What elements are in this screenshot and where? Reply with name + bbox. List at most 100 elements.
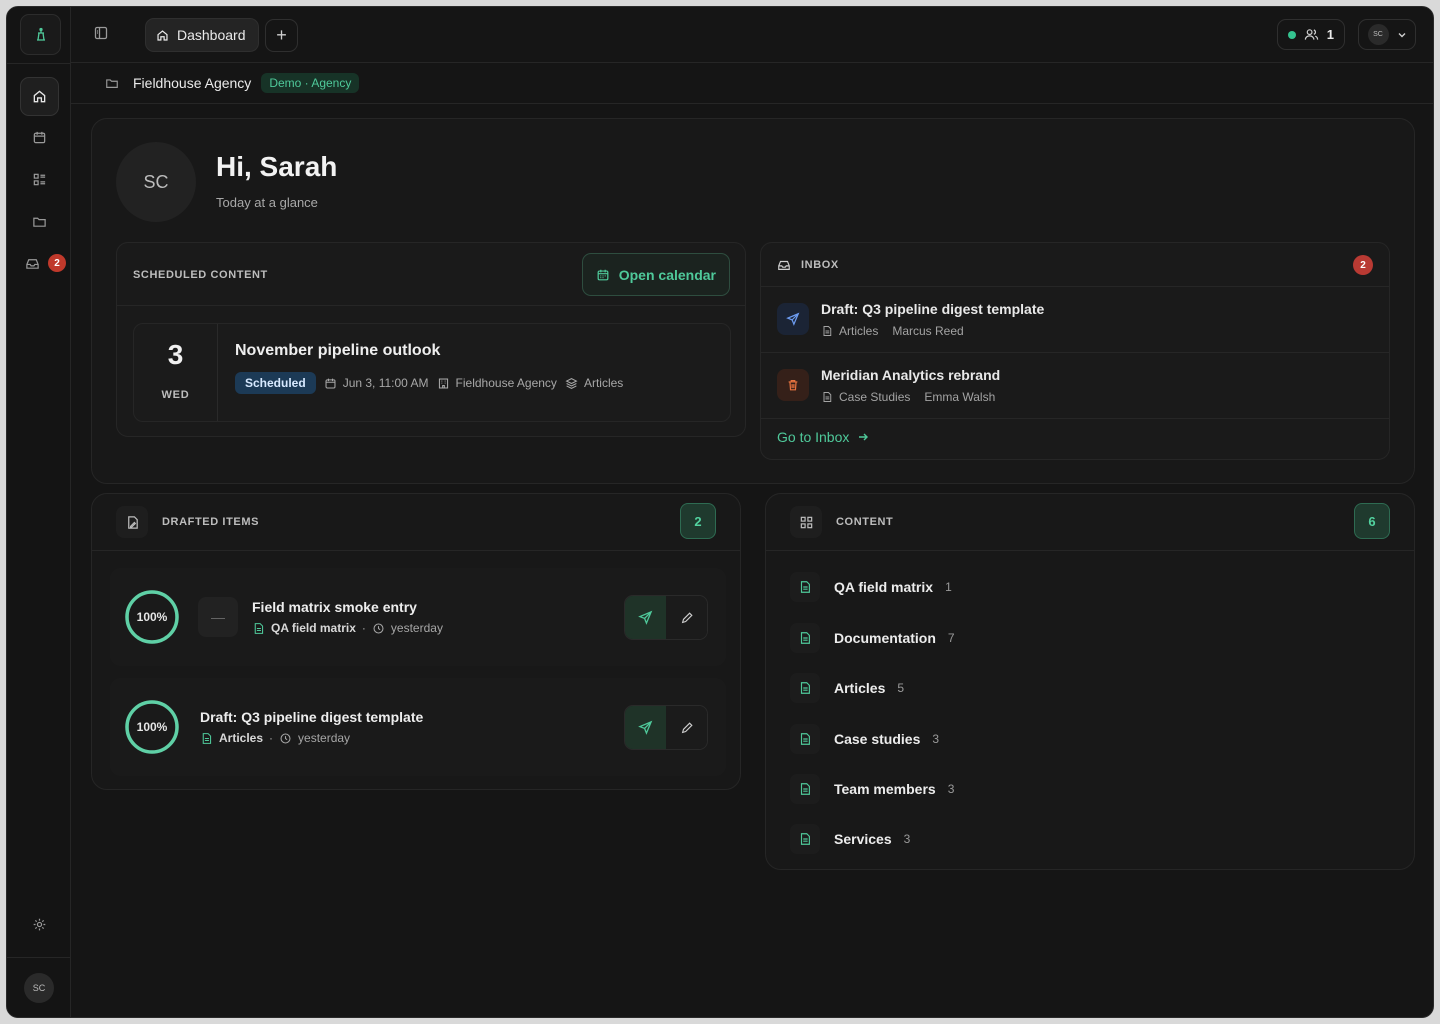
tab-label: Dashboard <box>177 27 246 43</box>
rail-settings-button[interactable] <box>20 905 59 944</box>
inbox-item[interactable]: Draft: Q3 pipeline digest template Artic… <box>761 287 1389 353</box>
rail-calendar-button[interactable] <box>20 118 59 157</box>
go-to-inbox-label: Go to Inbox <box>777 429 850 445</box>
draft-title: Draft: Q3 pipeline digest template <box>200 709 424 725</box>
card-header: DRAFTED ITEMS 2 <box>92 494 740 551</box>
collection-item[interactable]: Case studies 3 <box>790 722 939 756</box>
home-icon <box>33 90 46 103</box>
draft-item[interactable]: 100% — Field matrix smoke entry QA field… <box>110 568 726 666</box>
calendar-icon <box>325 378 336 388</box>
collection-item[interactable]: Team members 3 <box>790 772 954 806</box>
collection-label: Team members <box>834 781 936 797</box>
user-avatar[interactable]: SC <box>24 973 54 1003</box>
event-title: November pipeline outlook <box>235 342 441 359</box>
rail-folders-button[interactable] <box>20 202 59 241</box>
open-calendar-label: Open calendar <box>618 266 716 283</box>
layers-icon <box>565 377 578 389</box>
top-bar: Dashboard + 1 SC <box>71 7 1433 63</box>
users-icon <box>1304 29 1318 40</box>
plus-icon: + <box>276 25 287 45</box>
rail-collections-button[interactable] <box>20 160 59 199</box>
separator-dot: · <box>361 621 366 635</box>
publish-button[interactable] <box>625 596 666 639</box>
draft-actions <box>624 705 708 750</box>
page-title: Hi, Sarah <box>216 151 338 182</box>
collection-label: Documentation <box>834 630 936 646</box>
presence-indicator[interactable]: 1 <box>1276 19 1345 50</box>
sidebar-toggle-icon <box>94 26 108 40</box>
status-badge: Scheduled <box>235 372 316 394</box>
inbox-panel: INBOX 2 Draft: Q3 pipeline digest templa… <box>760 242 1390 460</box>
collection-item[interactable]: Services 3 <box>790 822 910 856</box>
event-datetime: Jun 3, 11:00 AM <box>324 376 429 390</box>
document-icon <box>823 326 832 336</box>
draft-meta: QA field matrix · yesterday <box>252 621 443 635</box>
breadcrumb: Fieldhouse Agency Demo · Agency <box>71 63 1433 104</box>
document-icon <box>823 392 832 402</box>
event-collection-text: Articles <box>583 376 624 390</box>
inbox-item-author: Marcus Reed <box>892 324 964 338</box>
workspace-title[interactable]: Fieldhouse Agency <box>133 75 251 91</box>
event-collection: Articles <box>565 376 623 390</box>
document-icon <box>790 572 820 602</box>
online-dot <box>1287 30 1296 39</box>
collection-item[interactable]: Documentation 7 <box>790 621 955 655</box>
document-icon <box>790 724 820 754</box>
card-header: CONTENT 6 <box>766 494 1414 551</box>
draft-actions <box>624 595 708 640</box>
rail-divider <box>7 63 71 64</box>
page-subtitle: Today at a glance <box>216 195 318 210</box>
content-count-badge: 6 <box>1354 503 1390 539</box>
list-grid-icon <box>33 173 46 186</box>
pencil-icon <box>681 611 693 623</box>
user-menu-button[interactable]: SC <box>1358 19 1416 50</box>
folder-icon <box>101 72 123 94</box>
chevron-down-icon <box>1398 32 1405 37</box>
toggle-sidebar-button[interactable] <box>93 25 109 46</box>
draft-item[interactable]: 100% Draft: Q3 pipeline digest template … <box>110 678 726 776</box>
inbox-item-collection: Articles <box>839 324 879 338</box>
document-icon <box>790 824 820 854</box>
inbox-count-badge: 2 <box>1353 255 1373 275</box>
event-day: 3 <box>167 339 184 370</box>
collection-label: Services <box>834 831 892 847</box>
collection-item[interactable]: QA field matrix 1 <box>790 570 952 604</box>
edit-button[interactable] <box>666 596 707 639</box>
add-tab-button[interactable]: + <box>265 19 298 52</box>
rail-inbox-button[interactable]: 2 <box>20 244 66 283</box>
inbox-item[interactable]: Meridian Analytics rebrand Case Studies … <box>761 353 1389 419</box>
collection-item[interactable]: Articles 5 <box>790 671 904 705</box>
panel-header: INBOX 2 <box>761 243 1389 287</box>
collection-label: QA field matrix <box>834 579 934 595</box>
scheduled-event[interactable]: 3 WED November pipeline outlook Schedule… <box>133 323 731 422</box>
inbox-icon <box>778 260 790 270</box>
app-logo[interactable] <box>20 14 61 55</box>
tab-dashboard[interactable]: Dashboard <box>145 18 259 52</box>
draft-file-icon <box>116 506 148 538</box>
draft-thumbnail: — <box>198 597 238 637</box>
gear-icon <box>33 918 46 931</box>
card-heading: CONTENT <box>836 516 894 528</box>
go-to-inbox-link[interactable]: Go to Inbox <box>777 429 869 445</box>
clock-icon <box>373 623 384 633</box>
event-date: 3 WED <box>134 324 218 421</box>
arrow-right-icon <box>859 433 869 441</box>
open-calendar-button[interactable]: Open calendar <box>581 253 730 296</box>
inbox-item-meta: Articles Marcus Reed <box>821 324 964 338</box>
inbox-icon <box>26 259 39 269</box>
publish-button[interactable] <box>625 706 666 749</box>
inbox-item-collection: Case Studies <box>839 390 911 404</box>
collection-label: Case studies <box>834 731 921 747</box>
edit-button[interactable] <box>666 706 707 749</box>
send-icon <box>777 303 809 335</box>
sidebar-rail: 2 SC <box>7 7 71 1017</box>
draft-time: yesterday <box>390 621 443 635</box>
rail-home-button[interactable] <box>20 77 59 116</box>
event-meta: Scheduled Jun 3, 11:00 AM Fieldhouse Age… <box>235 372 623 394</box>
inbox-item-meta: Case Studies Emma Walsh <box>821 390 995 404</box>
rail-divider <box>7 957 71 958</box>
collection-count: 3 <box>903 832 911 846</box>
panel-header: SCHEDULED CONTENT Open calendar <box>117 243 745 306</box>
collection-count: 3 <box>947 782 955 796</box>
calendar-icon <box>33 131 46 144</box>
